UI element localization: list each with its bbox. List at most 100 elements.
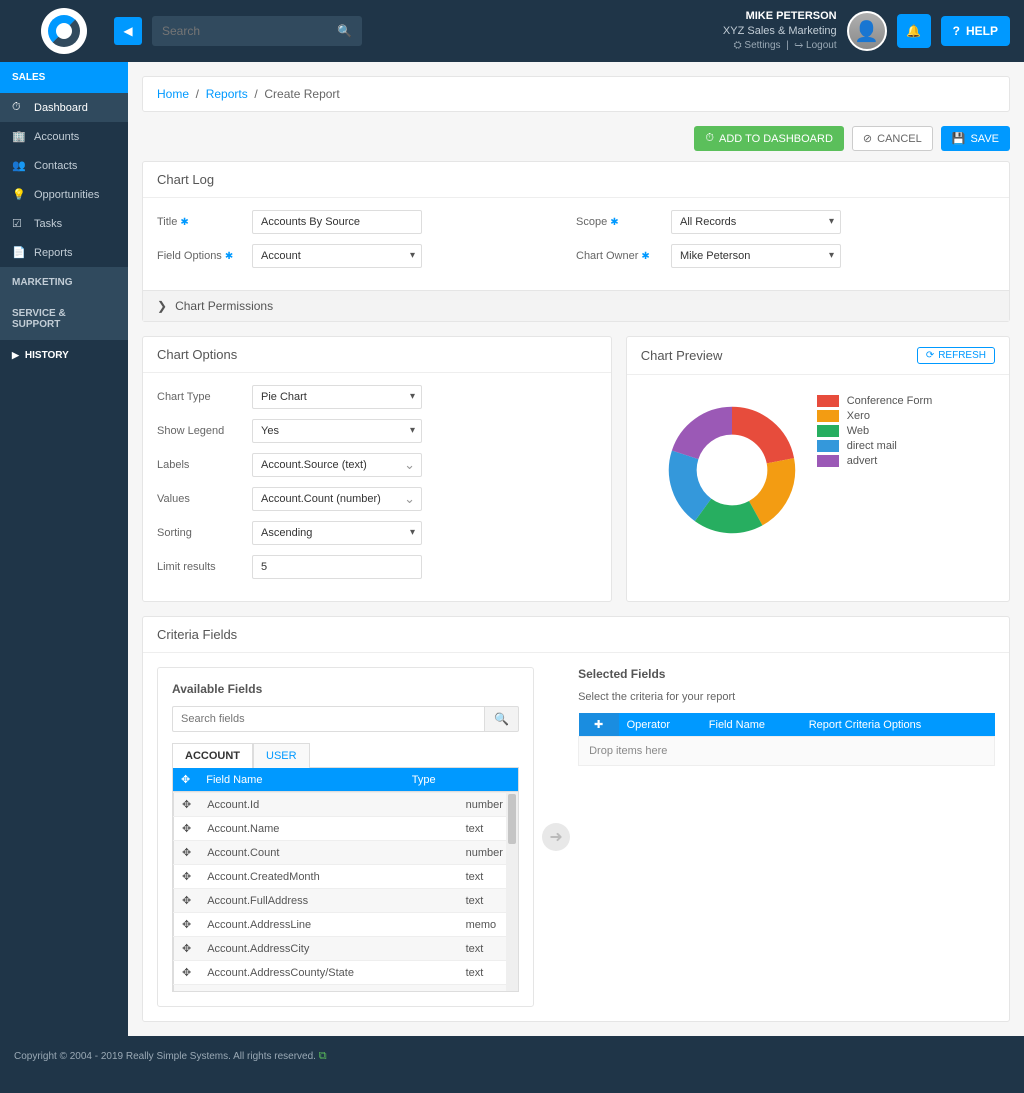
search-icon: 🔍 [337, 24, 352, 38]
table-row[interactable]: ✥Account.Nametext [174, 817, 518, 841]
drag-handle-icon[interactable]: ✥ [174, 937, 200, 961]
accounts-icon: 🏢 [12, 130, 26, 143]
drag-handle-icon[interactable]: ✥ [174, 961, 200, 985]
sidebar-item-contacts[interactable]: 👥Contacts [0, 151, 128, 180]
legend-item: Xero [817, 410, 933, 422]
user-org: XYZ Sales & Marketing [723, 24, 837, 39]
values-label: Values [157, 493, 252, 505]
chevron-right-icon: ➜ [549, 827, 562, 847]
drag-handle-icon[interactable]: ✥ [174, 841, 200, 865]
reports-icon: 📄 [12, 246, 26, 259]
sidebar-toggle-button[interactable]: ◀ [114, 17, 142, 45]
table-row[interactable]: ✥Account.CreatedMonthtext [174, 865, 518, 889]
topbar: ◀ 🔍 MIKE PETERSON XYZ Sales & Marketing … [0, 0, 1024, 62]
table-row[interactable]: ✥Account.Idnumber [174, 793, 518, 817]
breadcrumb-reports[interactable]: Reports [206, 87, 248, 101]
cancel-button[interactable]: ⊘CANCEL [852, 126, 933, 151]
breadcrumb-home[interactable]: Home [157, 87, 189, 101]
search-icon: 🔍 [494, 712, 509, 726]
selected-fields-table: ✚ Operator Field Name Report Criteria Op… [578, 713, 995, 766]
chart-type-label: Chart Type [157, 391, 252, 403]
chart-preview-panel: Chart Preview ⟳REFRESH Conference FormXe… [626, 336, 1010, 602]
chart-type-select[interactable]: Pie Chart [252, 385, 422, 409]
values-select[interactable]: Account.Count (number) [252, 487, 422, 511]
settings-link[interactable]: ⛭ Settings [734, 40, 781, 51]
transfer-right-button[interactable]: ➜ [542, 823, 570, 851]
show-legend-label: Show Legend [157, 425, 252, 437]
sidebar-item-dashboard[interactable]: ⏱Dashboard [0, 93, 128, 122]
table-row[interactable]: ✥Account.FullAddresstext [174, 889, 518, 913]
drag-handle-icon[interactable]: ✥ [174, 865, 200, 889]
sidebar-item-tasks[interactable]: ☑Tasks [0, 209, 128, 238]
drag-handle-icon[interactable]: ✥ [174, 889, 200, 913]
selected-fields: Selected Fields Select the criteria for … [578, 667, 995, 766]
sidebar-item-reports[interactable]: 📄Reports [0, 238, 128, 267]
tab-user[interactable]: USER [253, 743, 310, 768]
help-icon: ? [953, 24, 960, 38]
logo [14, 8, 114, 54]
save-button[interactable]: 💾SAVE [941, 126, 1010, 151]
global-search[interactable]: 🔍 [152, 16, 362, 46]
available-fields-table: ✥Field NameType [172, 767, 519, 792]
available-fields: Available Fields 🔍 ACCOUNT USER ✥Field N… [157, 667, 534, 1007]
sidebar: SALES ⏱Dashboard 🏢Accounts 👥Contacts 💡Op… [0, 62, 128, 1036]
logout-link[interactable]: ↪ Logout [794, 40, 836, 51]
chart-owner-select[interactable]: Mike Peterson [671, 244, 841, 268]
add-criteria-button[interactable]: ✚ [579, 713, 619, 737]
refresh-icon: ⟳ [926, 350, 934, 361]
chart-preview-header: Chart Preview [641, 348, 723, 363]
drag-handle-icon[interactable]: ✥ [174, 817, 200, 841]
opportunities-icon: 💡 [12, 188, 26, 201]
drop-zone[interactable]: Drop items here [579, 737, 995, 766]
scrollbar[interactable] [506, 792, 518, 991]
chart-log-header: Chart Log [143, 162, 1009, 198]
legend-item: Web [817, 425, 933, 437]
chevron-right-icon: ❯ [157, 299, 167, 313]
avatar[interactable]: 👤 [847, 11, 887, 51]
sidebar-section-marketing[interactable]: MARKETING [0, 267, 128, 298]
search-fields-button[interactable]: 🔍 [484, 706, 519, 732]
dashboard-gauge-icon: ⏱ [705, 132, 714, 145]
drag-handle-icon[interactable]: ✥ [174, 793, 200, 817]
table-row[interactable]: ✥Account.AddressCounty/Statetext [174, 961, 518, 985]
chart-legend: Conference FormXeroWebdirect mailadvert [817, 395, 933, 535]
search-input[interactable] [162, 24, 337, 38]
criteria-fields-header: Criteria Fields [143, 617, 1009, 653]
table-row[interactable]: ✥Account.AddressCitytext [174, 937, 518, 961]
legend-item: direct mail [817, 440, 933, 452]
show-legend-select[interactable]: Yes [252, 419, 422, 443]
field-options-label: Field Options✱ [157, 250, 252, 262]
sidebar-section-service[interactable]: SERVICE & SUPPORT [0, 298, 128, 340]
limit-input[interactable] [252, 555, 422, 579]
chart-permissions-toggle[interactable]: ❯ Chart Permissions [143, 290, 1009, 321]
bell-icon: 🔔 [906, 24, 921, 38]
sidebar-item-opportunities[interactable]: 💡Opportunities [0, 180, 128, 209]
sidebar-item-accounts[interactable]: 🏢Accounts [0, 122, 128, 151]
sorting-select[interactable]: Ascending [252, 521, 422, 545]
breadcrumb: Home / Reports / Create Report [142, 76, 1010, 112]
refresh-button[interactable]: ⟳REFRESH [917, 347, 995, 364]
search-fields-input[interactable] [172, 706, 484, 732]
help-button[interactable]: ? HELP [941, 16, 1010, 46]
labels-select[interactable]: Account.Source (text) [252, 453, 422, 477]
drag-handle-icon[interactable]: ✥ [174, 913, 200, 937]
add-to-dashboard-button[interactable]: ⏱ADD TO DASHBOARD [694, 126, 844, 151]
dashboard-icon: ⏱ [12, 101, 26, 114]
rss-icon: ⧉ [319, 1050, 327, 1062]
content: Home / Reports / Create Report ⏱ADD TO D… [128, 62, 1024, 1036]
available-fields-header: Available Fields [172, 682, 519, 696]
tasks-icon: ☑ [12, 217, 26, 230]
chart-log-panel: Chart Log Title✱ Field Options✱ Account … [142, 161, 1010, 322]
sorting-label: Sorting [157, 527, 252, 539]
scope-label: Scope✱ [576, 216, 671, 228]
tab-account[interactable]: ACCOUNT [172, 743, 253, 768]
title-input[interactable] [252, 210, 422, 234]
contacts-icon: 👥 [12, 159, 26, 172]
table-row[interactable]: ✥Account.Countnumber [174, 841, 518, 865]
field-options-select[interactable]: Account [252, 244, 422, 268]
scope-select[interactable]: All Records [671, 210, 841, 234]
notifications-button[interactable]: 🔔 [897, 14, 931, 48]
sidebar-section-history[interactable]: ▶HISTORY [0, 340, 128, 371]
table-row[interactable]: ✥Account.AddressLinememo [174, 913, 518, 937]
labels-label: Labels [157, 459, 252, 471]
